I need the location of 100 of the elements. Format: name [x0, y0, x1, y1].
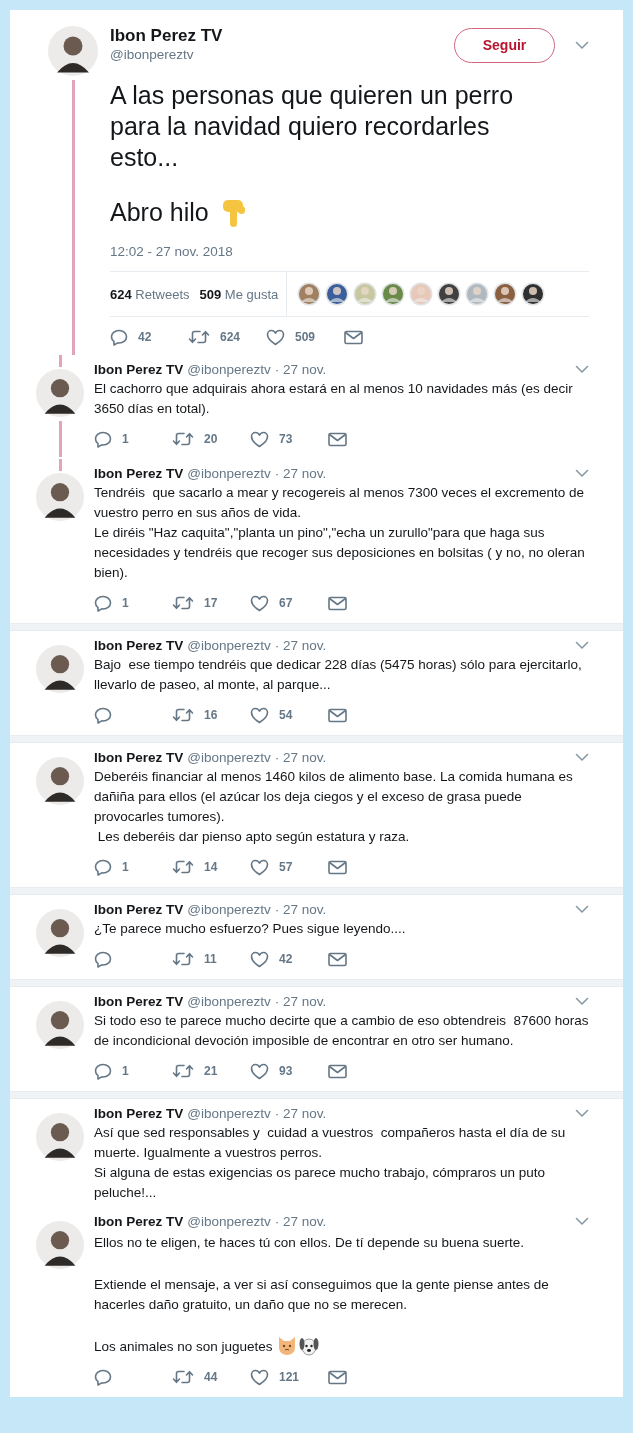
tweet-text: Los animales no son juguetes	[94, 1338, 273, 1356]
username[interactable]: @ibonpereztv	[187, 994, 271, 1009]
mail-icon[interactable]	[344, 329, 363, 345]
display-name[interactable]: Ibon Perez TV	[94, 1214, 184, 1229]
username[interactable]: @ibonpereztv	[187, 466, 271, 481]
chevron-down-icon[interactable]	[575, 905, 589, 914]
chevron-down-icon[interactable]	[575, 1217, 589, 1226]
heart-icon[interactable]	[250, 1368, 269, 1386]
reply-icon[interactable]	[94, 594, 112, 612]
display-name[interactable]: Ibon Perez TV	[94, 362, 184, 377]
display-name[interactable]: Ibon Perez TV	[110, 26, 454, 46]
retweet-count: 44	[204, 1370, 218, 1384]
avatar-icon[interactable]	[48, 26, 98, 76]
mail-icon[interactable]	[328, 859, 347, 875]
reply-count: 1	[122, 432, 129, 446]
retweet-icon[interactable]	[172, 707, 194, 723]
tweet-text: Deberéis financiar al menos 1460 kilos de alimento base. La comida humana es dañiña para ellos (el azúcar los deja ciegos y el exceso de grasa puede provocarles tumores). Les deberéis dar pienso apto según estatura y raza.	[94, 768, 574, 846]
tweet-date[interactable]: · 27 nov.	[274, 902, 327, 917]
follow-button[interactable]: Seguir	[454, 27, 555, 63]
reply-icon[interactable]	[110, 328, 128, 346]
chevron-down-icon[interactable]	[575, 469, 589, 478]
like-count: 57	[279, 860, 293, 874]
retweet-count: 21	[204, 1064, 218, 1078]
tweet-text: Extiende el mensaje, a ver si así conseguimos que la gente piense antes de hacerles daño gratuito, un daño que no se merecen.	[94, 1276, 550, 1314]
retweet-icon[interactable]	[172, 1369, 194, 1385]
heart-icon[interactable]	[250, 1062, 269, 1080]
tweet-text: Si todo eso te parece mucho decirte que a cambio de eso obtendreis 87600 horas de incondicional devoción imposible de encontrar en otro ser humano.	[94, 1012, 589, 1050]
username[interactable]: @ibonpereztv	[110, 46, 454, 64]
like-count: 121	[279, 1370, 300, 1384]
tweet-date[interactable]: · 27 nov.	[274, 750, 327, 765]
tweet-date[interactable]: · 27 nov.	[274, 1106, 327, 1121]
stat-link[interactable]: 624 Retweets	[110, 286, 190, 302]
tweet-date[interactable]: · 27 nov.	[274, 994, 327, 1009]
like-count: 54	[279, 708, 293, 722]
retweet-icon[interactable]	[172, 951, 194, 967]
retweet-count: 20	[204, 432, 218, 446]
username[interactable]: @ibonpereztv	[187, 1106, 271, 1121]
tweet-date[interactable]: · 27 nov.	[274, 1214, 327, 1229]
mail-icon[interactable]	[328, 1369, 347, 1385]
retweet-count: 17	[204, 596, 218, 610]
avatar-icon[interactable]	[36, 1221, 84, 1269]
retweet-icon[interactable]	[172, 595, 194, 611]
retweet-icon[interactable]	[172, 859, 194, 875]
username[interactable]: @ibonpereztv	[187, 1214, 271, 1229]
username[interactable]: @ibonpereztv	[187, 362, 271, 377]
reply-count: 1	[122, 596, 129, 610]
mail-icon[interactable]	[328, 951, 347, 967]
heart-icon[interactable]	[250, 950, 269, 968]
chevron-down-icon[interactable]	[575, 997, 589, 1006]
avatar-icon[interactable]	[36, 1001, 84, 1049]
tweet-date[interactable]: · 27 nov.	[274, 638, 327, 653]
avatar-icon[interactable]	[36, 757, 84, 805]
tweet-text: ¿Te parece mucho esfuerzo? Pues sigue leyendo....	[94, 920, 407, 938]
username[interactable]: @ibonpereztv	[187, 750, 271, 765]
chevron-down-icon[interactable]	[575, 641, 589, 650]
tweet-date[interactable]: · 27 nov.	[274, 362, 327, 377]
reply-icon[interactable]	[94, 950, 112, 968]
reply-icon[interactable]	[94, 706, 112, 724]
reply-icon[interactable]	[94, 1062, 112, 1080]
mail-icon[interactable]	[328, 595, 347, 611]
avatar-icon[interactable]	[36, 473, 84, 521]
reply-icon[interactable]	[94, 1368, 112, 1386]
tweet-text: El cachorro que adquirais ahora estará en al menos 10 navidades más (es decir 3650 días en total).	[94, 380, 574, 418]
heart-icon[interactable]	[250, 430, 269, 448]
heart-icon[interactable]	[250, 594, 269, 612]
stat-link[interactable]: 509 Me gusta	[199, 286, 279, 302]
display-name[interactable]: Ibon Perez TV	[94, 466, 184, 481]
mail-icon[interactable]	[328, 431, 347, 447]
heart-icon[interactable]	[250, 858, 269, 876]
display-name[interactable]: Ibon Perez TV	[94, 902, 184, 917]
tweet-text: Tendréis que sacarlo a mear y recogereis al menos 7300 veces el excremento de vuestro perro en sus años de vida. Le diréis "Haz caquita","planta un pino","echa un zurullo"para que haga sus necesidades y tendréis que recoger sus deposiciones en bolsitas ( y no, no oleran bien).	[94, 484, 586, 582]
tweet-text: Así que sed responsables y cuidad a vuestros compañeros hasta el día de su muerte. Igualmente a vuestros perros. Si alguna de estas exigencias os parece mucho trabajo, cómpraros un puto peluche!...	[94, 1124, 567, 1202]
retweet-icon[interactable]	[188, 329, 210, 345]
dog-face-icon	[298, 1335, 319, 1357]
mail-icon[interactable]	[328, 1063, 347, 1079]
timestamp[interactable]: 12:02 - 27 nov. 2018	[110, 244, 589, 259]
username[interactable]: @ibonpereztv	[187, 902, 271, 917]
reply-icon[interactable]	[94, 430, 112, 448]
avatar-icon[interactable]	[36, 909, 84, 957]
display-name[interactable]: Ibon Perez TV	[94, 638, 184, 653]
display-name[interactable]: Ibon Perez TV	[94, 1106, 184, 1121]
chevron-down-icon[interactable]	[575, 365, 589, 374]
reply-icon[interactable]	[94, 858, 112, 876]
chevron-down-icon[interactable]	[575, 753, 589, 762]
display-name[interactable]: Ibon Perez TV	[94, 750, 184, 765]
heart-icon[interactable]	[250, 706, 269, 724]
reply-count: 1	[122, 860, 129, 874]
display-name[interactable]: Ibon Perez TV	[94, 994, 184, 1009]
username[interactable]: @ibonpereztv	[187, 638, 271, 653]
avatar-icon[interactable]	[36, 369, 84, 417]
tweet-date[interactable]: · 27 nov.	[274, 466, 327, 481]
avatar-icon[interactable]	[36, 1113, 84, 1161]
heart-icon[interactable]	[266, 328, 285, 346]
retweet-icon[interactable]	[172, 1063, 194, 1079]
retweet-count: 11	[204, 952, 217, 966]
avatar-icon[interactable]	[36, 645, 84, 693]
retweet-icon[interactable]	[172, 431, 194, 447]
chevron-down-icon[interactable]	[575, 40, 589, 50]
chevron-down-icon[interactable]	[575, 1109, 589, 1118]
mail-icon[interactable]	[328, 707, 347, 723]
